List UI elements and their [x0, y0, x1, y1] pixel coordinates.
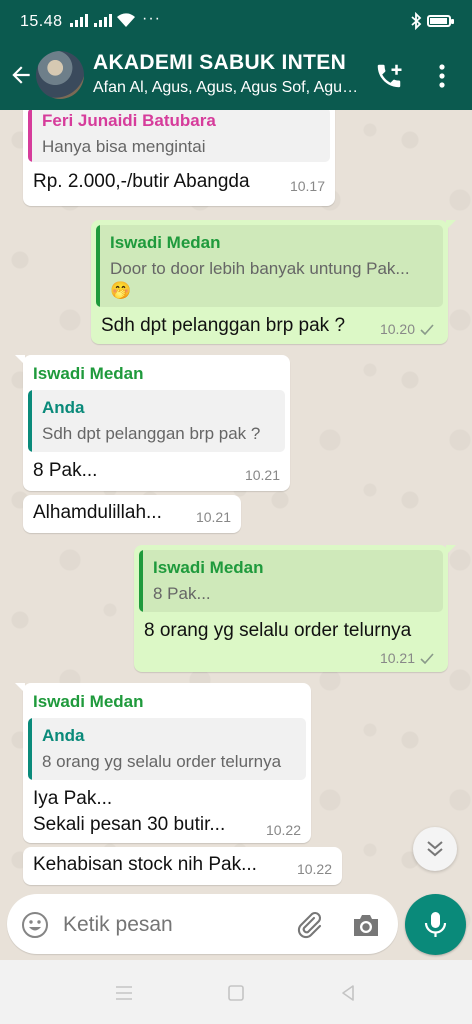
message-time: 10.20	[380, 321, 434, 337]
message-incoming[interactable]: Alhamdulillah... 10.21	[23, 495, 241, 533]
message-text-line2: Sekali pesan 30 butir...	[33, 814, 226, 835]
message-sender[interactable]: Iswadi Medan	[33, 692, 144, 712]
message-input-container[interactable]	[7, 894, 398, 954]
sent-check-icon	[420, 653, 434, 664]
menu-nav-icon[interactable]	[113, 982, 135, 1004]
group-title[interactable]: AKADEMI SABUK INTEN	[93, 51, 346, 75]
message-text: Rp. 2.000,-/butir Abangda	[33, 171, 250, 192]
mic-icon	[424, 912, 447, 937]
status-time: 15.48	[20, 13, 63, 30]
back-arrow-icon[interactable]	[8, 62, 34, 88]
home-nav-icon[interactable]	[225, 982, 247, 1004]
message-time: 10.22	[265, 822, 301, 838]
message-time-label: 10.21	[379, 650, 415, 666]
wifi-icon	[117, 13, 135, 27]
message-text: 8 Pak...	[33, 460, 98, 481]
quoted-message[interactable]: Anda 8 orang yg selalu order telurnya	[28, 718, 306, 780]
message-incoming[interactable]: Feri Junaidi Batubara Hanya bisa mengint…	[23, 110, 335, 206]
message-sender[interactable]: Iswadi Medan	[33, 364, 144, 384]
chevron-down-icon	[427, 841, 443, 857]
group-members[interactable]: Afan Al, Agus, Agus, Agus Sof, Agus, Agu…	[93, 79, 361, 97]
scroll-to-bottom-button[interactable]	[413, 827, 457, 871]
message-text-line1: Iya Pak...	[33, 788, 113, 809]
quoted-message[interactable]: Iswadi Medan Door to door lebih banyak u…	[96, 225, 443, 307]
message-text: Alhamdulillah...	[33, 502, 162, 523]
attach-icon[interactable]	[294, 909, 324, 939]
message-time: 10.22	[296, 861, 332, 877]
message-text: Sdh dpt pelanggan brp pak ?	[101, 315, 346, 336]
back-nav-icon[interactable]	[337, 982, 359, 1004]
quoted-message[interactable]: Anda Sdh dpt pelanggan brp pak ?	[28, 390, 285, 452]
message-input[interactable]	[63, 911, 283, 939]
quoted-text: Hanya bisa mengintai	[42, 137, 206, 156]
quoted-sender: Anda	[42, 726, 85, 745]
message-outgoing[interactable]: Iswadi Medan Door to door lebih banyak u…	[91, 220, 456, 344]
more-vert-icon[interactable]	[432, 61, 452, 91]
add-call-icon[interactable]	[374, 61, 404, 91]
quoted-sender: Anda	[42, 398, 85, 417]
battery-icon	[427, 15, 454, 27]
message-time: 10.21	[195, 509, 231, 525]
more-status-icon: ···	[142, 10, 161, 27]
emoji-icon[interactable]	[21, 911, 49, 939]
system-nav-bar	[0, 960, 472, 1024]
quoted-sender: Iswadi Medan	[153, 558, 264, 577]
status-bar: 15.48 ···	[0, 0, 472, 40]
group-avatar[interactable]	[36, 51, 84, 99]
emoji-face-icon: 🤭	[110, 281, 132, 300]
bluetooth-icon	[411, 12, 422, 30]
quoted-sender: Feri Junaidi Batubara	[42, 111, 216, 130]
quoted-message[interactable]: Iswadi Medan 8 Pak...	[139, 550, 443, 612]
sent-check-icon	[420, 324, 434, 335]
message-incoming[interactable]: Iswadi Medan Anda 8 orang yg selalu orde…	[15, 683, 311, 843]
message-time-label: 10.20	[379, 321, 415, 337]
compose-bar	[0, 890, 472, 960]
quoted-text: Door to door lebih banyak untung Pak...	[110, 259, 410, 278]
quoted-text: Sdh dpt pelanggan brp pak ?	[42, 424, 261, 443]
message-time: 10.21	[380, 650, 434, 666]
message-incoming[interactable]: Iswadi Medan Anda Sdh dpt pelanggan brp …	[15, 355, 290, 491]
message-time: 10.21	[244, 467, 280, 483]
quoted-sender: Iswadi Medan	[110, 233, 221, 252]
message-text: 8 orang yg selalu order telurnya	[144, 620, 412, 641]
chat-header: AKADEMI SABUK INTEN Afan Al, Agus, Agus,…	[0, 40, 472, 110]
message-outgoing[interactable]: Iswadi Medan 8 Pak... 8 orang yg selalu …	[134, 545, 456, 672]
chat-messages[interactable]: Feri Junaidi Batubara Hanya bisa mengint…	[0, 110, 472, 960]
quoted-text: 8 Pak...	[153, 584, 211, 603]
signal-icon	[70, 13, 112, 27]
message-text: Kehabisan stock nih Pak...	[33, 854, 257, 875]
message-time: 10.17	[289, 178, 325, 194]
quoted-message[interactable]: Feri Junaidi Batubara Hanya bisa mengint…	[28, 110, 330, 162]
camera-icon[interactable]	[351, 911, 381, 939]
message-incoming[interactable]: Kehabisan stock nih Pak... 10.22	[23, 847, 342, 885]
voice-record-button[interactable]	[405, 894, 466, 955]
quoted-text: 8 orang yg selalu order telurnya	[42, 752, 282, 771]
